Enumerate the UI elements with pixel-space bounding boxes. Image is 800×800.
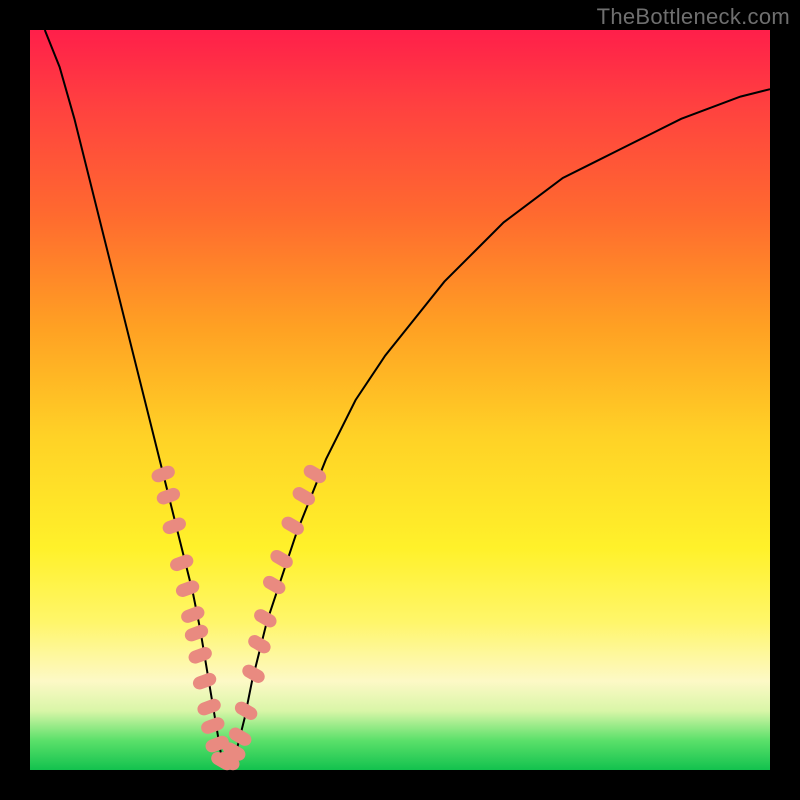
marker-dot [183, 623, 210, 643]
marker-dot [174, 578, 201, 598]
marker-dot [261, 573, 288, 596]
plot-area [30, 30, 770, 770]
watermark-text: TheBottleneck.com [597, 4, 790, 30]
bottleneck-chart [30, 30, 770, 770]
stage: TheBottleneck.com [0, 0, 800, 800]
marker-dot [196, 697, 223, 717]
marker-dot [240, 662, 267, 685]
marker-group [150, 462, 329, 772]
marker-dot [179, 604, 206, 624]
bottleneck-curve-line [45, 30, 770, 763]
marker-dot [191, 671, 218, 691]
marker-dot [155, 486, 182, 506]
marker-dot [301, 462, 328, 485]
marker-dot [199, 715, 226, 735]
marker-dot [187, 645, 214, 665]
marker-dot [150, 464, 177, 484]
marker-dot [168, 553, 195, 573]
marker-dot [232, 699, 259, 722]
marker-dot [290, 485, 317, 508]
